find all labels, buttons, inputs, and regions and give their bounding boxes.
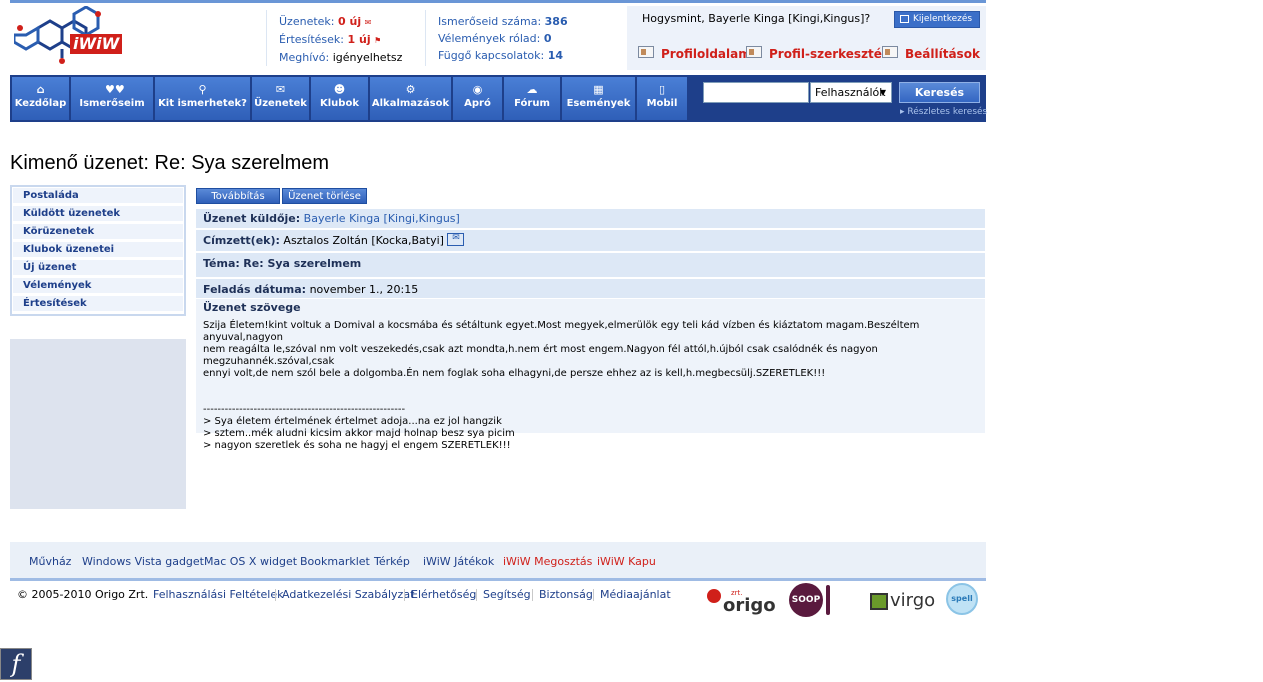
header-stats-left: Üzenetek: 0 új ✉ Értesítések: 1 új ⚑ Meg… bbox=[279, 13, 402, 66]
footer-link[interactable]: Bookmarklet bbox=[300, 555, 370, 568]
nav-messages[interactable]: ✉ Üzenetek bbox=[252, 77, 309, 120]
origo-mark-icon bbox=[707, 589, 721, 603]
stat-notifications[interactable]: Értesítések: 1 új ⚑ bbox=[279, 31, 402, 49]
soop-logo[interactable]: SOOP bbox=[789, 583, 823, 617]
search-type-select[interactable]: Felhasználók ▼ bbox=[810, 82, 892, 103]
spell-logo[interactable]: spell bbox=[946, 583, 978, 615]
delete-message-button[interactable]: Üzenet törlése bbox=[282, 188, 367, 204]
virgo-logo[interactable]: virgo bbox=[870, 590, 940, 612]
flag-icon: ⚑ bbox=[374, 36, 382, 45]
footer-link[interactable]: Művház bbox=[29, 555, 71, 568]
nav-events[interactable]: ▦ Események bbox=[562, 77, 635, 120]
search-input[interactable] bbox=[703, 82, 809, 103]
footer-divider bbox=[10, 578, 986, 581]
envelope-small-icon: ✉ bbox=[364, 18, 372, 27]
logout-button[interactable]: Kijelentkezés bbox=[894, 11, 980, 28]
spoon-icon bbox=[826, 585, 830, 615]
iwiw-logo[interactable]: iWiW bbox=[12, 5, 126, 72]
logo-text: iWiW bbox=[70, 34, 123, 54]
footer-link[interactable]: Elérhetőség bbox=[411, 588, 476, 601]
nav-mobile[interactable]: ▯ Mobil bbox=[637, 77, 687, 120]
top-accent-bar bbox=[10, 0, 986, 3]
sidebar-item-circulars[interactable]: Körüzenetek bbox=[13, 224, 183, 240]
date-row: Feladás dátuma: november 1., 20:15 bbox=[196, 279, 985, 298]
footer-separator bbox=[593, 589, 594, 601]
header-divider bbox=[425, 10, 426, 66]
sender-link[interactable]: Bayerle Kinga [Kingi,Kingus] bbox=[304, 212, 460, 225]
page-title: Kimenő üzenet: Re: Sya szerelmem bbox=[10, 152, 330, 174]
virgo-mark-icon bbox=[870, 593, 888, 610]
footer-separator bbox=[476, 589, 477, 601]
nav-classifieds[interactable]: ◉ Apró bbox=[453, 77, 502, 120]
header-divider bbox=[266, 10, 267, 66]
footer-link[interactable]: iWiW Megosztás bbox=[503, 555, 592, 568]
footer-link[interactable]: Mac OS X widget bbox=[204, 555, 297, 568]
stat-pending[interactable]: Függő kapcsolatok: 14 bbox=[438, 47, 568, 64]
message-body-text: Szija Életem!kint voltuk a Domival a koc… bbox=[203, 320, 920, 451]
nav-clubs[interactable]: ☻ Klubok bbox=[311, 77, 368, 120]
sidebar-item-opinions[interactable]: Vélemények bbox=[13, 278, 183, 294]
mobile-icon: ▯ bbox=[658, 83, 666, 96]
settings-icon bbox=[882, 46, 898, 58]
footer-link[interactable]: Adatkezelési Szabályzat bbox=[282, 588, 414, 601]
clubs-icon: ☻ bbox=[333, 83, 346, 96]
home-icon: ⌂ bbox=[36, 83, 45, 96]
stat-invites[interactable]: Meghívó: igényelhetsz bbox=[279, 49, 402, 66]
forum-icon: ☁ bbox=[526, 83, 538, 96]
edit-profile-icon bbox=[746, 46, 762, 58]
logout-icon bbox=[900, 15, 909, 23]
ad-placeholder bbox=[10, 339, 186, 509]
arrow-right-icon: ▸ bbox=[900, 107, 905, 117]
settings-link[interactable]: Beállítások bbox=[905, 47, 980, 61]
nav-apps[interactable]: ⚙ Alkalmazások bbox=[370, 77, 451, 120]
footer-link[interactable]: Médiaajánlat bbox=[600, 588, 671, 601]
find-people-icon: ⚲ bbox=[198, 83, 207, 96]
sidebar-item-new-message[interactable]: Új üzenet bbox=[13, 260, 183, 276]
dropdown-caret-icon: ▼ bbox=[879, 88, 886, 97]
origo-logo[interactable]: zrt. origo bbox=[707, 589, 776, 617]
calendar-icon: ▦ bbox=[593, 83, 604, 96]
footer-link[interactable]: iWiW Kapu bbox=[597, 555, 656, 568]
sidebar-item-sent[interactable]: Küldött üzenetek bbox=[13, 206, 183, 222]
sidebar-item-inbox[interactable]: Postaláda bbox=[13, 188, 183, 204]
profile-link[interactable]: Profiloldalam bbox=[661, 47, 751, 61]
edit-profile-link[interactable]: Profil-szerkesztés bbox=[769, 47, 889, 61]
envelope-icon: ✉ bbox=[275, 83, 286, 96]
footer-link[interactable]: iWiW Játékok bbox=[423, 555, 494, 568]
nav-friends[interactable]: ♥♥ Ismerőseim bbox=[71, 77, 153, 120]
forward-button[interactable]: Továbbítás bbox=[196, 188, 280, 204]
sidebar-item-notifications[interactable]: Értesítések bbox=[13, 296, 183, 312]
sender-row: Üzenet küldője: Bayerle Kinga [Kingi,Kin… bbox=[196, 209, 985, 228]
detailed-search-link[interactable]: ▸ Részletes keresés bbox=[900, 107, 987, 117]
footer-separator bbox=[404, 589, 405, 601]
recipient-row: Címzett(ek): Asztalos Zoltán [Kocka,Baty… bbox=[196, 230, 985, 251]
footer-separator bbox=[275, 589, 276, 601]
sidebar-item-club-messages[interactable]: Klubok üzenetei bbox=[13, 242, 183, 258]
stat-messages[interactable]: Üzenetek: 0 új ✉ bbox=[279, 13, 402, 31]
footer-separator bbox=[532, 589, 533, 601]
subject-row: Téma: Re: Sya szerelmem bbox=[196, 253, 985, 277]
classifieds-icon: ◉ bbox=[472, 83, 483, 96]
message-body-label: Üzenet szövege bbox=[203, 301, 301, 314]
nav-forum[interactable]: ☁ Fórum bbox=[504, 77, 560, 120]
gears-icon: ⚙ bbox=[405, 83, 416, 96]
stat-friends[interactable]: Ismerőseid száma: 386 bbox=[438, 13, 568, 30]
nav-find-people[interactable]: ⚲ Kit ismerhetek? bbox=[155, 77, 250, 120]
greeting: Hogysmint, Bayerle Kinga [Kingi,Kingus]? bbox=[642, 12, 871, 25]
footer-link[interactable]: Térkép bbox=[374, 555, 410, 568]
footer-link[interactable]: Felhasználási Feltételek bbox=[153, 588, 283, 601]
nav-home[interactable]: ⌂ Kezdőlap bbox=[12, 77, 69, 120]
search-button[interactable]: Keresés bbox=[899, 82, 980, 103]
footer-link[interactable]: Biztonság bbox=[539, 588, 593, 601]
copyright: © 2005-2010 Origo Zrt. bbox=[17, 588, 149, 601]
envelope-icon[interactable]: ✉ bbox=[447, 232, 465, 246]
profile-card-icon bbox=[638, 46, 654, 58]
footer-link[interactable]: Windows Vista gadget bbox=[82, 555, 204, 568]
stat-opinions[interactable]: Vélemények rólad: 0 bbox=[438, 30, 568, 47]
flash-player-icon[interactable]: f bbox=[0, 648, 32, 680]
message-body: Üzenet szövege Szija Életem!kint voltuk … bbox=[196, 299, 985, 451]
header-stats-right: Ismerőseid száma: 386 Vélemények rólad: … bbox=[438, 13, 568, 64]
footer-link[interactable]: Segítség bbox=[483, 588, 531, 601]
friends-icon: ♥♥ bbox=[105, 83, 125, 96]
